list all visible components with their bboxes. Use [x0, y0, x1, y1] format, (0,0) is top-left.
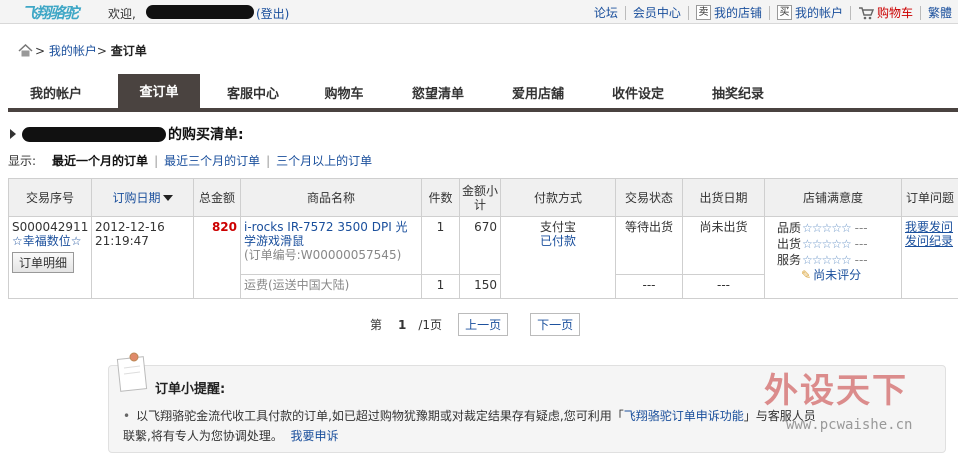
- member-center-link[interactable]: 会员中心: [633, 4, 681, 21]
- payment-status: 已付款: [539, 234, 576, 248]
- logout-link[interactable]: (登出): [256, 5, 289, 22]
- col-question: 订单问题: [901, 178, 958, 217]
- tab-favorite-shops[interactable]: 爱用店舖: [496, 82, 580, 108]
- rating-shipping: 出货 ☆☆☆☆☆ ---: [777, 237, 868, 251]
- filter-over-three-months[interactable]: 三个月以上的订单: [276, 152, 372, 169]
- question-history-link[interactable]: 发问纪录: [905, 234, 953, 248]
- forum-link[interactable]: 论坛: [594, 4, 618, 21]
- tab-wishlist[interactable]: 慾望清单: [396, 82, 480, 108]
- purchase-list-title: 的购买清单:: [10, 124, 244, 144]
- top-links: 论坛 会员中心 卖我的店铺 买我的帐户 购物车 繁體: [594, 4, 952, 21]
- next-page-button[interactable]: 下一页: [530, 313, 581, 336]
- col-product: 商品名称: [240, 178, 422, 217]
- watermark-logo: 外设天下: [764, 371, 908, 411]
- question-cell: 我要发问 发问纪录: [901, 216, 958, 299]
- order-id-cell: S000042911 ☆幸福数位☆ 订单明细: [8, 216, 92, 299]
- sell-icon: 卖: [695, 5, 711, 20]
- freight-label: 运费(运送中国大陆): [240, 274, 422, 299]
- shop-rating-cell: 品质 ☆☆☆☆☆ --- 出货 ☆☆☆☆☆ --- 服务 ☆☆☆☆☆ --- ✎ 尚未评…: [764, 216, 902, 299]
- reminder-title: 订单小提醒:: [155, 382, 226, 397]
- tab-orders[interactable]: 查订单: [118, 74, 200, 108]
- appeal-function-link[interactable]: 飞翔骆驼订单申诉功能: [624, 409, 744, 423]
- product-cell: i-rocks IR-7572 3500 DPI 光学游戏滑鼠 (订单编号:W0…: [240, 216, 422, 275]
- table-row: S000042911 ☆幸福数位☆ 订单明细 2012-12-16 21:19:…: [8, 216, 958, 299]
- star-icon: ☆☆☆☆☆: [802, 253, 852, 267]
- pencil-icon: ✎: [801, 268, 812, 282]
- top-bar: 飞翔骆驼 欢迎, (登出) 论坛 会员中心 卖我的店铺 买我的帐户 购物车 繁體: [0, 0, 958, 24]
- reminder-text: • 以飞翔骆驼金流代收工具付款的订单,如已超过购物犹豫期或对裁定结果存有疑虑,您可…: [123, 409, 816, 443]
- order-number: (订单编号:W00000057545): [244, 248, 402, 262]
- item-qty: 1: [421, 216, 460, 275]
- rating-quality: 品质 ☆☆☆☆☆ ---: [777, 221, 868, 235]
- cart-link[interactable]: 购物车: [858, 4, 913, 21]
- tab-customer-service[interactable]: 客服中心: [208, 82, 298, 108]
- rating-service: 服务 ☆☆☆☆☆ ---: [777, 253, 868, 267]
- col-status: 交易状态: [615, 178, 683, 217]
- breadcrumb-my-account[interactable]: 我的帐户: [49, 42, 97, 59]
- freight-ship: ---: [682, 274, 765, 299]
- tab-lottery-records[interactable]: 抽奖纪录: [696, 82, 780, 108]
- note-pin-icon: [116, 352, 148, 392]
- tab-cart[interactable]: 购物车: [304, 82, 384, 108]
- current-page: 1: [398, 317, 407, 332]
- star-icon: ☆☆☆☆☆: [802, 221, 852, 235]
- my-account-link[interactable]: 买我的帐户: [776, 4, 843, 21]
- not-rated[interactable]: ✎ 尚未评分: [777, 268, 898, 282]
- watermark-url: www.pcwaishe.cn: [786, 417, 913, 433]
- triangle-right-icon: [10, 129, 16, 139]
- order-detail-button[interactable]: 订单明细: [12, 252, 75, 273]
- order-date-cell: 2012-12-16 21:19:47: [91, 216, 194, 299]
- col-order-id: 交易序号: [8, 178, 92, 217]
- redacted-username: [146, 5, 254, 19]
- breadcrumb-current: 查订单: [110, 44, 147, 58]
- filter-last-three-months[interactable]: 最近三个月的订单: [164, 152, 260, 169]
- col-qty: 件数: [421, 178, 460, 217]
- freight-qty: 1: [421, 274, 460, 299]
- ship-status: 尚未出货: [682, 216, 765, 275]
- col-order-date[interactable]: 订购日期: [91, 178, 194, 217]
- order-total: 820: [193, 216, 241, 299]
- col-subtotal: 金额小计: [459, 178, 501, 217]
- col-ship-date: 出货日期: [682, 178, 765, 217]
- col-rating: 店铺满意度: [764, 178, 902, 217]
- freight-amount: 150: [459, 274, 501, 299]
- traditional-chinese-link[interactable]: 繁體: [928, 4, 952, 21]
- prev-page-button[interactable]: 上一页: [458, 313, 509, 336]
- table-header-row: 交易序号 订购日期 总金额 商品名称 件数 金额小计 付款方式 交易状态 出货日…: [8, 178, 958, 217]
- col-pay-method: 付款方式: [500, 178, 616, 217]
- product-link[interactable]: i-rocks IR-7572 3500 DPI 光学游戏滑鼠: [244, 220, 408, 248]
- col-total: 总金额: [193, 178, 241, 217]
- main-tabs: 我的帐户 查订单 客服中心 购物车 慾望清单 爱用店舖 收件设定 抽奖纪录: [8, 74, 958, 112]
- pagination: 第 1 /1页 上一页 下一页: [370, 313, 581, 336]
- item-subtotal: 670: [459, 216, 501, 275]
- site-logo[interactable]: 飞翔骆驼: [22, 2, 79, 23]
- order-status: 等待出货: [615, 216, 683, 275]
- payment-cell: 支付宝 已付款: [500, 216, 616, 299]
- tab-my-account[interactable]: 我的帐户: [8, 82, 104, 108]
- breadcrumb: > 我的帐户 > 查订单: [18, 42, 147, 59]
- buy-icon: 买: [776, 5, 792, 20]
- freight-status: ---: [615, 274, 683, 299]
- appeal-link[interactable]: 我要申诉: [290, 429, 338, 443]
- order-filter: 显示: 最近一个月的订单 | 最近三个月的订单 | 三个月以上的订单: [8, 152, 373, 169]
- home-icon: [18, 44, 33, 57]
- sort-desc-icon: [162, 195, 173, 201]
- ask-question-link[interactable]: 我要发问: [905, 220, 953, 234]
- filter-last-month[interactable]: 最近一个月的订单: [52, 152, 148, 169]
- redacted-username: [22, 126, 166, 142]
- shop-link[interactable]: ☆幸福数位☆: [12, 234, 82, 248]
- order-id: S000042911: [12, 220, 89, 234]
- welcome-text: 欢迎,: [108, 7, 136, 21]
- orders-table: 交易序号 订购日期 总金额 商品名称 件数 金额小计 付款方式 交易状态 出货日…: [8, 178, 958, 299]
- star-icon: ☆☆☆☆☆: [802, 237, 852, 251]
- tab-shipping-settings[interactable]: 收件设定: [596, 82, 680, 108]
- watermark: 外设天下 www.pcwaishe.cn: [764, 363, 950, 441]
- cart-icon: [858, 6, 874, 19]
- my-shop-link[interactable]: 卖我的店铺: [695, 4, 762, 21]
